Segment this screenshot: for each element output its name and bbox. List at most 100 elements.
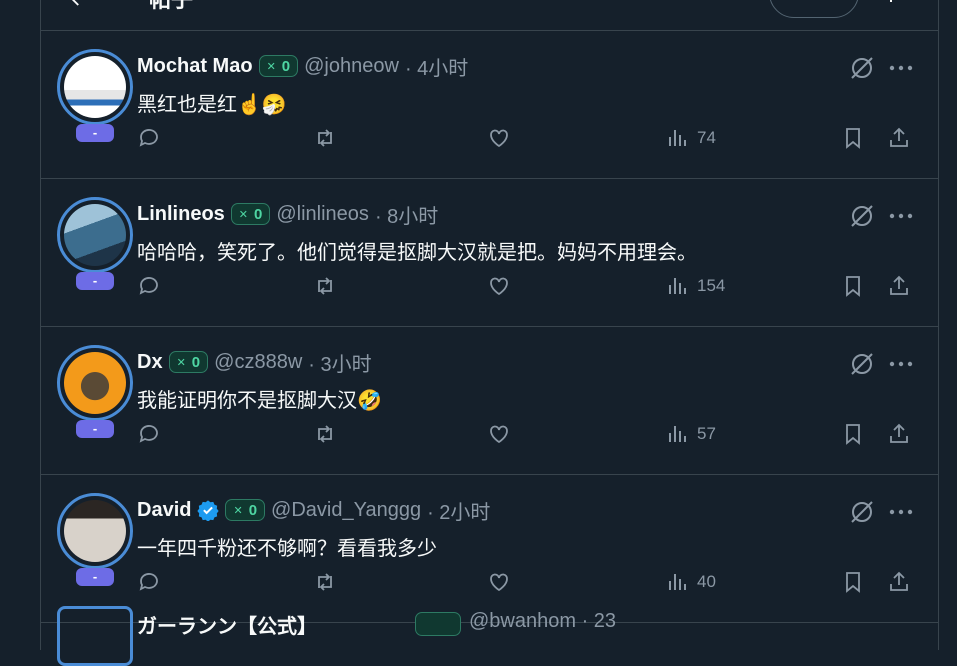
tweet[interactable]: - Linlineos ✕ 0 @linlineos · 8小时 哈哈哈，笑死了。… [41,179,938,327]
share-icon [890,127,908,147]
user-handle[interactable]: @cz888w [214,351,302,374]
user-badge: - [76,272,114,290]
repost-action[interactable] [313,123,337,153]
avatar[interactable] [57,49,133,125]
avatar[interactable] [57,345,133,421]
grok-icon[interactable] [849,55,875,81]
tweet-header: Dx ✕ 0 @cz888w · 3小时 [137,348,838,377]
score-value: 0 [191,353,201,371]
share-icon [890,275,908,295]
views-action[interactable]: 57 [665,419,716,449]
like-action[interactable] [487,271,511,301]
page-title: 帖子 [149,0,193,14]
views-action[interactable]: 74 [665,123,716,153]
x-icon: ✕ [176,356,186,369]
display-name[interactable]: David [137,499,191,522]
share-action[interactable] [887,123,911,153]
post-time[interactable]: · 2小时 [427,496,490,525]
tweet-text: 哈哈哈，笑死了。他们觉得是抠脚大汉就是把。妈妈不用理会。 [137,242,697,264]
heart-icon [490,129,508,148]
top-bar: 帖子 回复 [41,0,938,31]
reply-action[interactable] [137,271,161,301]
views-count: 40 [697,572,716,591]
heart-icon [490,277,508,296]
user-badge: - [76,420,114,438]
share-action[interactable] [887,271,911,301]
tweet-header: Linlineos ✕ 0 @linlineos · 8小时 [137,200,838,229]
bar-chart-icon [669,130,686,146]
avatar-image [64,352,126,414]
user-handle[interactable]: @David_Yanggg [271,499,421,522]
repost-action[interactable] [313,271,337,301]
display-name[interactable]: Dx [137,351,163,374]
sliders-icon[interactable] [877,0,901,10]
display-name[interactable]: Linlineos [137,203,225,226]
more-options-icon[interactable] [889,360,913,368]
score-badge[interactable] [415,612,461,636]
user-badge: - [76,568,114,586]
score-badge[interactable]: ✕ 0 [230,203,271,225]
avatar[interactable] [57,606,133,666]
like-action[interactable] [487,123,511,153]
bar-chart-icon [669,426,686,442]
avatar-image [64,500,126,562]
x-icon: ✕ [266,60,276,73]
user-handle[interactable]: @johneow [304,55,399,78]
repost-icon [318,425,332,443]
tweet-text: 黑红也是红☝️🤧 [137,94,287,116]
bookmark-action[interactable] [841,419,865,449]
bookmark-action[interactable] [841,123,865,153]
grok-icon[interactable] [849,351,875,377]
avatar[interactable] [57,197,133,273]
more-options-icon[interactable] [889,64,913,72]
grok-icon[interactable] [849,499,875,525]
score-badge[interactable]: ✕ 0 [168,351,209,373]
repost-icon [318,277,332,295]
score-badge[interactable]: ✕ 0 [225,499,266,521]
comment-icon [139,277,158,295]
user-handle[interactable]: @bwanhom · 23 [469,610,616,633]
bookmark-icon [846,424,860,445]
grok-icon[interactable] [849,203,875,229]
reply-action[interactable] [137,419,161,449]
views-count: 154 [697,276,726,295]
score-value: 0 [254,205,263,223]
repost-action[interactable] [313,419,337,449]
post-time[interactable]: · 4小时 [405,52,468,81]
avatar[interactable] [57,493,133,569]
tweet-partial[interactable]: ガーランン【公式】 @bwanhom · 23 [41,590,938,666]
bookmark-action[interactable] [841,271,865,301]
heart-icon [490,425,508,444]
bar-chart-icon [669,278,686,294]
display-name[interactable]: Mochat Mao [137,55,253,78]
more-options-icon[interactable] [889,212,913,220]
tweet-text: 一年四千粉还不够啊？看看我多少 [137,538,437,560]
verified-badge-icon [197,500,220,521]
tweet-actions: 57 [137,419,918,449]
tweet[interactable]: - Mochat Mao ✕ 0 @johneow · 4小时 黑红也是红☝️🤧 … [41,31,938,179]
score-value: 0 [248,501,258,519]
reply-action[interactable] [137,123,161,153]
tweet-text: 我能证明你不是抠脚大汉🤣 [137,390,382,412]
views-action[interactable]: 154 [665,271,725,301]
like-action[interactable] [487,419,511,449]
score-badge[interactable]: ✕ 0 [258,55,299,77]
views-count: 57 [697,424,716,443]
user-badge: - [76,124,114,142]
bookmark-icon [846,128,860,149]
reply-button[interactable]: 回复 [769,0,859,18]
more-options-icon[interactable] [889,508,913,516]
comment-icon [139,129,158,147]
x-icon: ✕ [238,208,249,221]
post-time[interactable]: · 8小时 [375,200,438,229]
post-time[interactable]: · 3小时 [308,348,371,377]
back-arrow-icon[interactable] [67,0,85,8]
share-icon [890,423,908,443]
user-handle[interactable]: @linlineos [276,203,369,226]
display-name[interactable]: ガーランン【公式】 [137,610,317,639]
share-action[interactable] [887,419,911,449]
tweet[interactable]: - Dx ✕ 0 @cz888w · 3小时 我能证明你不是抠脚大汉🤣 57 [41,327,938,475]
score-value: 0 [281,57,291,75]
comment-icon [139,425,158,443]
tweet-actions: 74 [137,123,918,153]
